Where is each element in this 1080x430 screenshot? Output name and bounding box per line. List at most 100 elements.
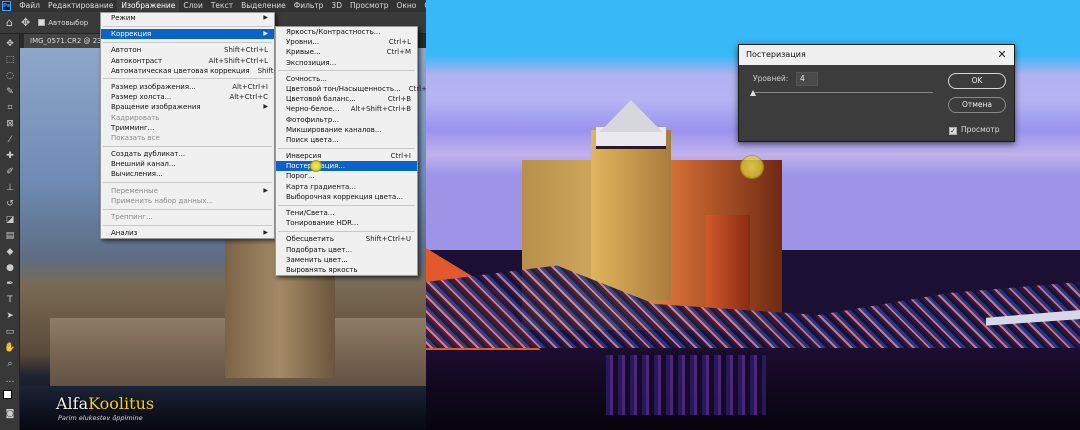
menu-bar: Ps Файл Редактирование Изображение Слои Текс… (0, 0, 426, 12)
zoom-icon[interactable]: ⌕ (4, 358, 16, 370)
menu-4[interactable]: Текст (207, 0, 237, 12)
menu-item[interactable]: Тонирование HDR... (276, 218, 417, 228)
menu-item-shortcut: Ctrl+M (386, 48, 411, 57)
healing-brush-icon[interactable]: ✚ (4, 150, 16, 162)
submenu-arrow-icon: ▶ (263, 30, 268, 38)
menu-item[interactable]: Коррекция ▶ (101, 29, 274, 40)
menu-3[interactable]: Слои (179, 0, 207, 12)
menu-item[interactable]: Тени/Света... (276, 208, 417, 218)
lasso-icon[interactable]: ◌ (4, 70, 16, 82)
menu-item[interactable]: Фотофильтр... (276, 115, 417, 125)
path-select-icon[interactable]: ➤ (4, 310, 16, 322)
type-icon[interactable]: T (4, 294, 16, 306)
clone-stamp-icon[interactable]: ⊥ (4, 182, 16, 194)
menu-separator (103, 25, 272, 27)
menu-item[interactable]: Размер изображения... Alt+Ctrl+I (101, 82, 274, 92)
menu-item[interactable]: Выборочная коррекция цвета... (276, 192, 417, 202)
menu-item[interactable]: Цветовой баланс... Ctrl+B (276, 94, 417, 104)
move-tool-icon[interactable]: ✥ (21, 16, 30, 29)
quick-select-icon[interactable]: ✎ (4, 86, 16, 98)
levels-slider-thumb[interactable] (750, 90, 756, 96)
menu-item[interactable]: Микширование каналов... (276, 125, 417, 135)
shape-icon[interactable]: ▭ (4, 326, 16, 338)
menu-0[interactable]: Файл (15, 0, 44, 12)
preview-checkbox[interactable]: ✓ (949, 127, 957, 135)
menu-item[interactable]: Заменить цвет... (276, 255, 417, 265)
menu-item[interactable]: Порог... (276, 171, 417, 181)
levels-slider[interactable] (753, 92, 933, 93)
menu-item[interactable]: Создать дубликат... (101, 149, 274, 159)
foreground-color-swatch[interactable] (3, 390, 12, 399)
menu-item[interactable]: Постеризация... (276, 161, 417, 172)
hand-icon[interactable]: ✋ (4, 342, 16, 354)
menu-1[interactable]: Редактирование (44, 0, 117, 12)
menu-5[interactable]: Выделение (237, 0, 290, 12)
menu-item[interactable]: Тримминг... (101, 123, 274, 133)
ok-button[interactable]: OK (948, 73, 1006, 89)
menu-2[interactable]: Изображение (117, 0, 180, 12)
close-icon[interactable]: ✕ (996, 45, 1008, 65)
dodge-icon[interactable]: ● (4, 262, 16, 274)
mouse-cursor-highlight-2 (740, 155, 764, 179)
menu-item[interactable]: Экспозиция... (276, 58, 417, 68)
frame-icon[interactable]: ⊠ (4, 118, 16, 130)
menu-item-label: Выровнять яркость (286, 265, 358, 274)
submenu-arrow-icon: ▶ (263, 103, 268, 111)
blur-icon[interactable]: ◆ (4, 246, 16, 258)
menu-item-label: Вычисления... (111, 170, 163, 179)
autoselect-option[interactable]: Автовыбор (38, 19, 88, 27)
menu-9[interactable]: Окно (392, 0, 420, 12)
menu-7[interactable]: 3D (327, 0, 346, 12)
menu-item[interactable]: Размер холста... Alt+Ctrl+C (101, 92, 274, 102)
home-icon[interactable]: ⌂ (6, 16, 13, 29)
pen-icon[interactable]: ✒ (4, 278, 16, 290)
menu-item[interactable]: Вращение изображения ▶ (101, 102, 274, 112)
menu-item[interactable]: Автотон Shift+Ctrl+L (101, 45, 274, 55)
menu-item-shortcut: Shift+Ctrl+U (365, 235, 411, 244)
menu-item-label: Размер изображения... (111, 82, 196, 91)
menu-item[interactable]: Режим ▶ (101, 13, 274, 23)
menu-item[interactable]: Анализ ▶ (101, 228, 274, 238)
menu-item[interactable]: Внешний канал... (101, 159, 274, 169)
menu-item[interactable]: Черно-белое... Alt+Shift+Ctrl+B (276, 104, 417, 114)
menu-item[interactable]: Инверсия Ctrl+I (276, 151, 417, 161)
menu-item[interactable]: Вычисления... (101, 169, 274, 179)
menu-6[interactable]: Фильтр (290, 0, 328, 12)
menu-item[interactable]: Поиск цвета... (276, 135, 417, 145)
menu-item[interactable]: Яркость/Контрастность... (276, 27, 417, 37)
menu-separator (278, 230, 415, 232)
menu-item-shortcut: Alt+Shift+Ctrl+B (350, 105, 411, 114)
menu-8[interactable]: Просмотр (346, 0, 393, 12)
posterize-dialog: Постеризация ✕ Уровней: 4 OK Отмена ✓ Пр… (738, 44, 1015, 142)
menu-item[interactable]: Уровни... Ctrl+L (276, 37, 417, 47)
crop-icon[interactable]: ⌗ (4, 102, 16, 114)
menu-separator (103, 182, 272, 184)
marquee-icon[interactable]: ⬚ (4, 54, 16, 66)
levels-input[interactable]: 4 (796, 72, 818, 86)
menu-item[interactable]: Автоконтраст Alt+Shift+Ctrl+L (101, 56, 274, 66)
quick-mask-icon[interactable]: ◙ (4, 408, 16, 420)
menu-item[interactable]: Обесцветить Shift+Ctrl+U (276, 234, 417, 244)
menu-separator (103, 145, 272, 147)
menu-item[interactable]: Автоматическая цветовая коррекцияShift+C… (101, 66, 303, 76)
autoselect-checkbox[interactable] (38, 19, 46, 26)
cancel-button[interactable]: Отмена (948, 97, 1006, 113)
menu-item[interactable]: Сочность... (276, 74, 417, 84)
menu-item[interactable]: Подобрать цвет... (276, 245, 417, 255)
menu-item-label: Автоматическая цветовая коррекция (111, 66, 250, 75)
menu-item-label: Тени/Света... (286, 209, 335, 217)
gradient-icon[interactable]: ▤ (4, 230, 16, 242)
eraser-icon[interactable]: ◪ (4, 214, 16, 226)
eyedropper-icon[interactable]: ⁄ (4, 134, 16, 146)
menu-item[interactable]: Кривые... Ctrl+M (276, 47, 417, 57)
brush-icon[interactable]: ✐ (4, 166, 16, 178)
menu-item-label: Экспозиция... (286, 58, 337, 67)
more-tools-icon[interactable]: … (4, 374, 16, 386)
history-brush-icon[interactable]: ↺ (4, 198, 16, 210)
menu-item: Показать все (101, 133, 274, 143)
menu-item-label: Треппинг... (111, 213, 153, 221)
menu-item[interactable]: Выровнять яркость (276, 265, 417, 275)
menu-item[interactable]: Карта градиента... (276, 182, 417, 192)
move-icon[interactable]: ✥ (4, 38, 16, 50)
menu-item[interactable]: Цветовой тон/Насыщенность... Ctrl+U (276, 84, 432, 94)
